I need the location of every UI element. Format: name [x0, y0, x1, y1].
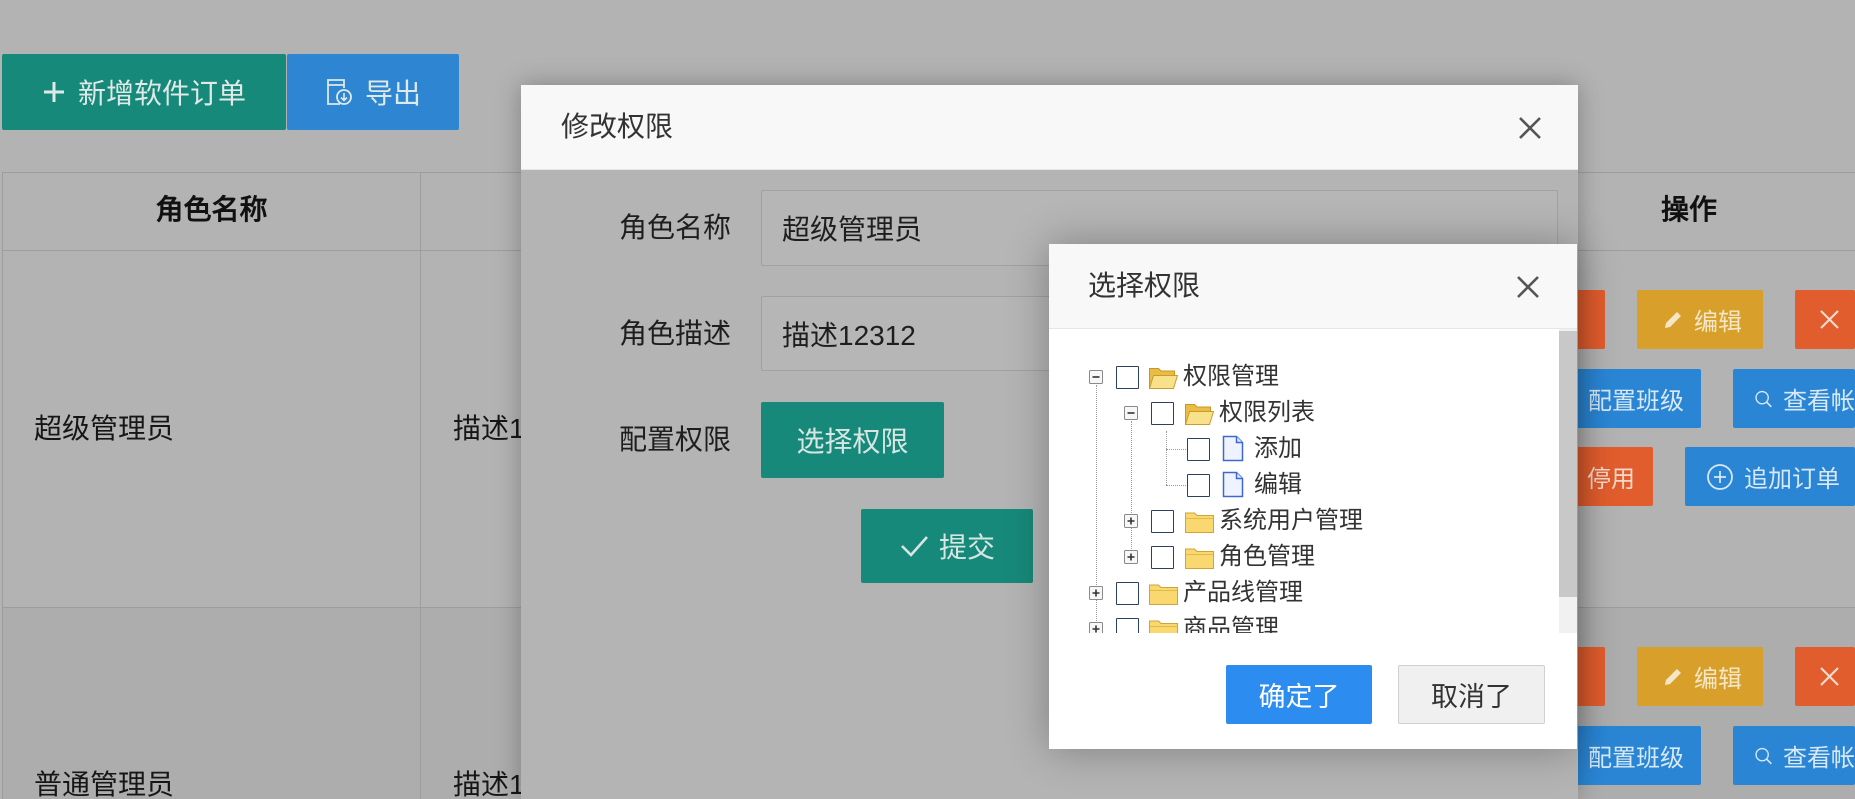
- cancel-button[interactable]: 取消了: [1398, 665, 1545, 724]
- tree-node-label[interactable]: 添加: [1254, 431, 1302, 467]
- add-order-label: 追加订单: [1744, 466, 1840, 493]
- collapse-toggle-icon[interactable]: [1088, 369, 1104, 385]
- tree-node-label[interactable]: 权限管理: [1183, 359, 1279, 395]
- folder-icon: [1184, 508, 1215, 534]
- disable-label: 停用: [1587, 466, 1635, 493]
- folder-open-icon: [1184, 400, 1215, 426]
- folder-icon: [1148, 616, 1179, 633]
- dialog-header: 选择权限: [1049, 244, 1577, 329]
- expand-toggle-icon[interactable]: [1123, 549, 1139, 565]
- tree-node[interactable]: 角色管理: [1049, 539, 1554, 575]
- view-account-button[interactable]: 查看帐: [1733, 726, 1855, 785]
- tree-node-label[interactable]: 角色管理: [1219, 539, 1315, 575]
- tree-connector-line: [1166, 449, 1186, 450]
- tree-checkbox[interactable]: [1151, 546, 1174, 569]
- select-permission-button[interactable]: 选择权限: [761, 402, 944, 478]
- pencil-icon: [1665, 311, 1681, 328]
- expand-toggle-icon[interactable]: [1088, 585, 1104, 601]
- confirm-button[interactable]: 确定了: [1226, 665, 1372, 724]
- table-cell-role-name: 普通管理员: [34, 769, 175, 799]
- role-description-label: 角色描述: [618, 318, 731, 349]
- close-icon[interactable]: [1515, 274, 1541, 300]
- tree-node-label[interactable]: 权限列表: [1219, 395, 1315, 431]
- add-order-button[interactable]: 追加订单: [1685, 447, 1855, 506]
- close-icon: [1820, 310, 1839, 329]
- scrollbar-thumb[interactable]: [1559, 331, 1577, 597]
- new-software-order-label: 新增软件订单: [77, 78, 246, 109]
- tree-checkbox[interactable]: [1116, 582, 1139, 605]
- expand-toggle-icon[interactable]: [1088, 621, 1104, 633]
- delete-button[interactable]: [1795, 290, 1855, 349]
- close-icon: [1820, 667, 1839, 686]
- column-divider: [420, 173, 421, 799]
- tree-checkbox[interactable]: [1151, 510, 1174, 533]
- config-class-label: 配置班级: [1588, 388, 1684, 415]
- config-class-label: 配置班级: [1588, 745, 1684, 772]
- edit-label: 编辑: [1694, 666, 1742, 693]
- tree-connector-line: [1166, 431, 1167, 485]
- permission-tree[interactable]: 权限管理 权限列表 添加 编辑 系统用户管理 角色管理 产品线管理 商品管理: [1049, 329, 1577, 633]
- tree-node[interactable]: 添加: [1049, 431, 1554, 467]
- folder-icon: [1184, 544, 1215, 570]
- tree-checkbox[interactable]: [1116, 618, 1139, 633]
- close-icon[interactable]: [1517, 115, 1543, 141]
- folder-open-icon: [1148, 364, 1179, 390]
- document-icon: [1222, 471, 1244, 498]
- submit-label: 提交: [938, 532, 995, 563]
- tree-node[interactable]: 产品线管理: [1049, 575, 1554, 611]
- dialog-title: 修改权限: [561, 111, 674, 142]
- view-account-label: 查看帐: [1783, 388, 1855, 415]
- view-account-label: 查看帐: [1783, 745, 1855, 772]
- export-icon: [327, 79, 352, 105]
- tree-checkbox[interactable]: [1187, 438, 1210, 461]
- edit-label: 编辑: [1694, 309, 1742, 336]
- document-icon: [1222, 435, 1244, 462]
- edit-button[interactable]: 编辑: [1637, 290, 1763, 349]
- scrollbar-track[interactable]: [1559, 329, 1577, 633]
- export-label: 导出: [364, 78, 421, 109]
- tree-node[interactable]: 权限管理: [1049, 359, 1554, 395]
- folder-icon: [1148, 580, 1179, 606]
- tree-node-label[interactable]: 产品线管理: [1183, 575, 1303, 611]
- tree-node[interactable]: 编辑: [1049, 467, 1554, 503]
- submit-button[interactable]: 提交: [861, 509, 1033, 583]
- table-cell-role-desc: 描述1: [453, 769, 525, 799]
- search-icon: [1755, 747, 1772, 764]
- tree-checkbox[interactable]: [1187, 474, 1210, 497]
- tree-node[interactable]: 系统用户管理: [1049, 503, 1554, 539]
- collapse-toggle-icon[interactable]: [1123, 405, 1139, 421]
- dialog-title: 选择权限: [1088, 270, 1201, 301]
- tree-node-label[interactable]: 编辑: [1254, 467, 1302, 503]
- expand-toggle-icon[interactable]: [1123, 513, 1139, 529]
- table-cell-role-desc: 描述1: [453, 413, 525, 444]
- configure-permission-label: 配置权限: [618, 424, 731, 455]
- role-name-label: 角色名称: [618, 212, 731, 243]
- tree-node[interactable]: 权限列表: [1049, 395, 1554, 431]
- tree-checkbox[interactable]: [1116, 366, 1139, 389]
- tree-connector-line: [1166, 485, 1186, 486]
- new-software-order-button[interactable]: 新增软件订单: [2, 54, 286, 130]
- plus-circle-icon: [1707, 463, 1733, 490]
- pencil-icon: [1665, 668, 1681, 685]
- column-header-actions: 操作: [1660, 194, 1717, 225]
- search-icon: [1755, 390, 1772, 407]
- select-permission-dialog: 选择权限 权限管理 权限列表 添加 编辑 系统用户管理 角色管理 产品线管理 商…: [1049, 244, 1577, 749]
- plus-icon: [43, 82, 64, 102]
- view-account-button[interactable]: 查看帐: [1733, 369, 1855, 428]
- tree-checkbox[interactable]: [1151, 402, 1174, 425]
- table-cell-role-name: 超级管理员: [34, 413, 175, 444]
- edit-button[interactable]: 编辑: [1637, 647, 1763, 706]
- tree-node-label[interactable]: 商品管理: [1183, 611, 1279, 633]
- tree-node[interactable]: 商品管理: [1049, 611, 1554, 633]
- tree-node-label[interactable]: 系统用户管理: [1219, 503, 1363, 539]
- delete-button[interactable]: [1795, 647, 1855, 706]
- dialog-header: 修改权限: [521, 85, 1578, 170]
- export-button[interactable]: 导出: [287, 54, 459, 130]
- column-header-role-name: 角色名称: [155, 194, 268, 225]
- check-icon: [901, 536, 928, 557]
- tree-connector-line: [1131, 421, 1132, 551]
